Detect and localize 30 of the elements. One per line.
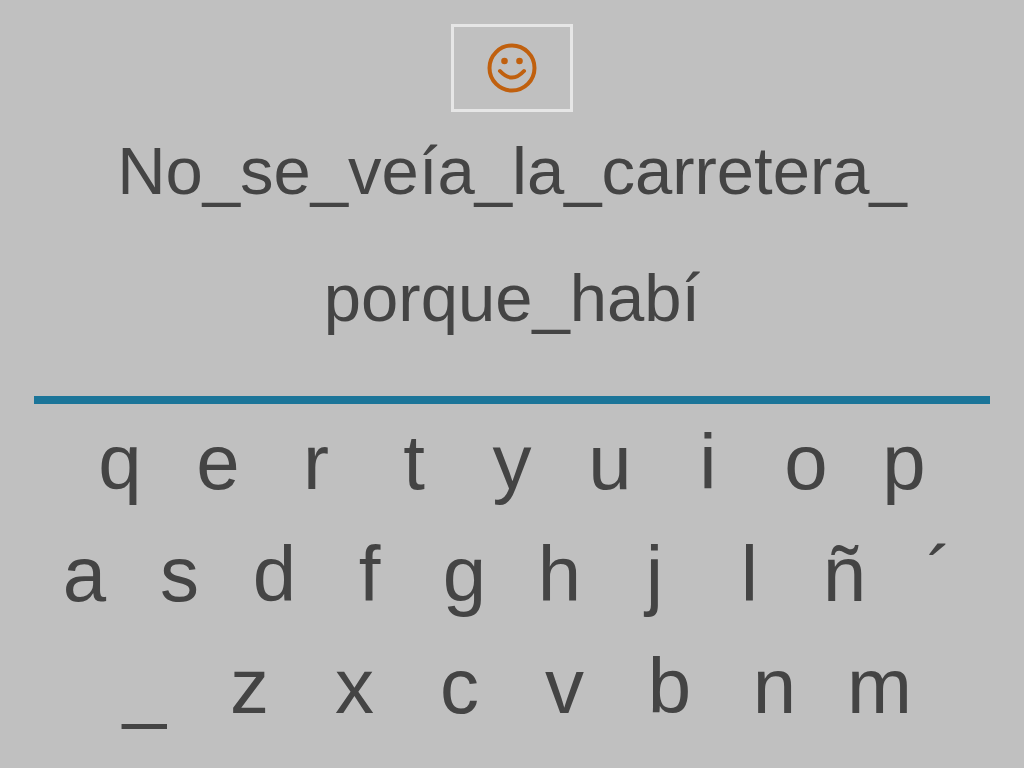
letter-key[interactable]: y [463, 412, 561, 512]
smiley-icon [486, 42, 538, 94]
sentence-text: No_se_veía_la_carretera_ [117, 132, 907, 210]
letter-key[interactable]: e [169, 412, 267, 512]
letter-key[interactable]: l [702, 524, 797, 624]
letter-key[interactable]: o [757, 412, 855, 512]
letter-key[interactable]: f [322, 524, 417, 624]
sentence-text: porque_habí [323, 259, 701, 337]
letter-key[interactable]: g [417, 524, 512, 624]
letter-key[interactable]: ñ [797, 524, 892, 624]
letter-key[interactable]: i [659, 412, 757, 512]
letter-key[interactable]: m [827, 636, 932, 736]
letter-key[interactable]: v [512, 636, 617, 736]
letter-key[interactable]: b [617, 636, 722, 736]
letter-key[interactable]: h [512, 524, 607, 624]
letter-key[interactable]: z [197, 636, 302, 736]
letter-key[interactable]: x [302, 636, 407, 736]
letter-key[interactable]: r [267, 412, 365, 512]
letter-key[interactable]: _ [92, 636, 197, 736]
letter-key[interactable]: ´ [892, 524, 987, 624]
letter-key[interactable]: n [722, 636, 827, 736]
letter-key[interactable]: d [227, 524, 322, 624]
letter-key[interactable]: t [365, 412, 463, 512]
letter-key[interactable]: c [407, 636, 512, 736]
letter-key[interactable]: j [607, 524, 702, 624]
letter-key[interactable]: u [561, 412, 659, 512]
letter-key[interactable]: q [71, 412, 169, 512]
letter-key[interactable]: p [855, 412, 953, 512]
letter-key[interactable]: s [132, 524, 227, 624]
letter-key[interactable]: a [37, 524, 132, 624]
